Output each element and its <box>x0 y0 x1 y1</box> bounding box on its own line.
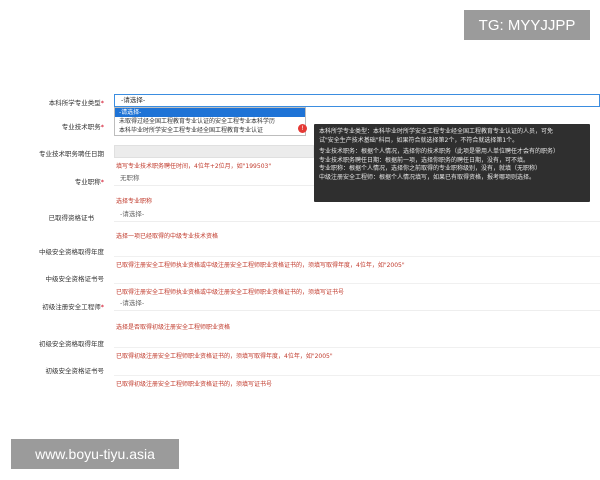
mid-cert-no-label: 中级安全资格证书号 <box>45 275 105 283</box>
mid-year-input[interactable] <box>114 256 600 257</box>
major-type-select[interactable]: -请选择- <box>114 94 600 107</box>
major-type-option[interactable]: -请选择- <box>115 108 305 117</box>
mid-year-hint: 已取得注册安全工程师执业资格或中级注册安全工程师职业资格证书的，须填写取得年度，… <box>116 262 405 269</box>
tooltip-line: 专业职称：根据个人情况，选择你之前取得的专业职称级别，没有，就填（无职称） <box>319 165 542 172</box>
junior-engineer-select[interactable]: -请选择- <box>114 298 600 311</box>
title-name-select[interactable]: 无职称 <box>114 173 314 186</box>
tech-title-date-input[interactable] <box>114 145 314 158</box>
junior-cert-no-input[interactable] <box>114 375 600 376</box>
junior-year-hint: 已取得初级注册安全工程师职业资格证书的，须填写取得年度，4位年，如"2005" <box>116 353 333 360</box>
title-name-hint: 选择专业职称 <box>116 198 153 205</box>
major-type-option[interactable]: 未取得过经全国工程教育专业认证的安全工程专业本科学历 <box>115 117 305 126</box>
watermark-bottom: www.boyu-tiyu.asia <box>11 439 179 469</box>
mid-cert-no-hint: 已取得注册安全工程师执业资格或中级注册安全工程师职业资格证书的，须填写证书号 <box>116 289 345 296</box>
tooltip-line: 专业技术职务：根据个人情况，选择你的技术职务（此项是需用人单位聘任才会有的职务） <box>319 148 560 155</box>
junior-year-label: 初级安全资格取得年度 <box>39 340 104 348</box>
obtained-cert-label: 已取得资格证书 <box>48 214 95 222</box>
junior-engineer-hint: 选择是否取得初级注册安全工程师职业资格 <box>116 324 231 331</box>
junior-cert-no-label: 初级安全资格证书号 <box>45 367 105 375</box>
major-type-dropdown: -请选择- 未取得过经全国工程教育专业认证的安全工程专业本科学历 本科毕业时所学… <box>114 107 306 136</box>
tooltip-line: 中级注册安全工程师：根据个人情况填写，如果已有取得资格，报考哪项则选择。 <box>319 173 536 181</box>
tooltip-line: 试"安全生产技术基础"科目，如果符合就选择第2个，不符合就选择第1个。 <box>319 136 519 144</box>
major-type-option[interactable]: 本科毕业时所学安全工程专业经全国工程教育专业认证 <box>115 126 305 135</box>
watermark-top: TG: MYYJJPP <box>464 10 590 40</box>
tech-title-date-label: 专业技术职务聘任日期 <box>39 150 104 158</box>
tech-title-date-hint: 填写专业技术职务聘任时间，4位年+2位月，如"199503" <box>116 163 272 170</box>
tooltip-line: 专业技术职务聘任日期：根据前一项，选择你职务的聘任日期，没有，可不填。 <box>319 156 530 164</box>
junior-year-input[interactable] <box>114 347 600 348</box>
tech-title-label: 专业技术职务* <box>61 123 104 131</box>
junior-cert-no-hint: 已取得初级注册安全工程师职业资格证书的，须填写证书号 <box>116 381 273 388</box>
obtained-cert-hint: 选择一项已经取得的中级专业技术资格 <box>116 233 219 240</box>
obtained-cert-select[interactable]: -请选择- <box>114 209 600 222</box>
tooltip-alert-icon: ! <box>298 124 307 133</box>
junior-engineer-label: 初级注册安全工程师* <box>42 303 104 311</box>
major-type-label: 本科所学专业类型* <box>48 99 104 107</box>
tooltip-line: 本科所学专业类型：本科毕业时所学安全工程专业经全国工程教育专业认证的人员，可免 <box>319 128 554 135</box>
mid-cert-no-input[interactable] <box>114 283 600 284</box>
help-tooltip: 本科所学专业类型：本科毕业时所学安全工程专业经全国工程教育专业认证的人员，可免 … <box>314 124 590 202</box>
title-name-label: 专业职称* <box>74 178 104 186</box>
mid-year-label: 中级安全资格取得年度 <box>39 248 104 256</box>
